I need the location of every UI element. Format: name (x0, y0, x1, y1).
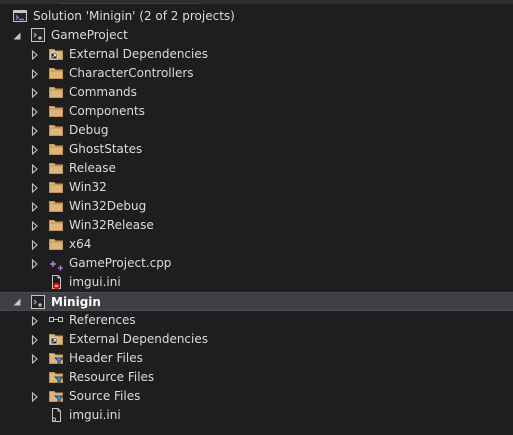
expanded-arrow-icon[interactable] (10, 26, 24, 45)
project-node-gameproject-label: GameProject (51, 28, 128, 42)
external-dependencies-icon (48, 331, 64, 347)
expanded-arrow-icon[interactable] (10, 292, 24, 311)
tree-item-label: References (69, 313, 136, 327)
tree-item[interactable]: External Dependencies (0, 45, 513, 64)
tree-item[interactable]: Win32 (0, 178, 513, 197)
tree-item[interactable]: CharacterControllers (0, 64, 513, 83)
folder-icon (48, 122, 64, 138)
tree-item[interactable]: Resource Files (0, 368, 513, 387)
filter-folder-icon (48, 369, 64, 385)
ini-file-icon (48, 407, 64, 423)
tree-item[interactable]: Commands (0, 83, 513, 102)
tree-item-label: Resource Files (69, 370, 155, 384)
collapsed-arrow-icon[interactable] (28, 178, 42, 197)
tree-item[interactable]: imgui.ini (0, 406, 513, 425)
tree-item[interactable]: Release (0, 159, 513, 178)
tree-item[interactable]: x64 (0, 235, 513, 254)
tree-item-label: External Dependencies (69, 332, 209, 346)
tree-item[interactable]: Win32Release (0, 216, 513, 235)
collapsed-arrow-icon[interactable] (28, 197, 42, 216)
folder-icon (48, 65, 64, 81)
external-dependencies-icon (48, 46, 64, 62)
project-node-gameproject[interactable]: GameProject (0, 26, 513, 45)
tree-item-label: Header Files (69, 351, 143, 365)
collapsed-arrow-icon[interactable] (28, 311, 42, 330)
tree-item[interactable]: Header Files (0, 349, 513, 368)
collapsed-arrow-icon[interactable] (28, 64, 42, 83)
collapsed-arrow-icon[interactable] (28, 140, 42, 159)
tree-item[interactable]: GhostStates (0, 140, 513, 159)
tree-item[interactable]: External Dependencies (0, 330, 513, 349)
solution-explorer-tree[interactable]: Solution 'Minigin' (2 of 2 projects) Game… (0, 7, 513, 425)
tree-item-label: imgui.ini (69, 408, 121, 422)
project-icon (30, 27, 46, 43)
tree-item-label: Source Files (69, 389, 141, 403)
tree-item-label: Win32Release (69, 218, 154, 232)
ini-file-excluded-icon (48, 274, 64, 290)
tree-item-label: GameProject.cpp (69, 256, 172, 270)
tree-item-label: GhostStates (69, 142, 143, 156)
collapsed-arrow-icon[interactable] (28, 102, 42, 121)
solution-node[interactable]: Solution 'Minigin' (2 of 2 projects) (0, 7, 513, 26)
tree-item-label: Debug (69, 123, 109, 137)
collapsed-arrow-icon[interactable] (28, 83, 42, 102)
tree-item-label: Win32Debug (69, 199, 147, 213)
tree-item-label: Win32 (69, 180, 107, 194)
folder-icon (48, 103, 64, 119)
cpp-file-icon (48, 255, 64, 271)
tree-item-label: Release (69, 161, 116, 175)
folder-icon (48, 236, 64, 252)
references-icon (48, 312, 64, 328)
collapsed-arrow-icon[interactable] (28, 216, 42, 235)
tree-item[interactable]: References (0, 311, 513, 330)
tree-item[interactable]: GameProject.cpp (0, 254, 513, 273)
folder-icon (48, 198, 64, 214)
collapsed-arrow-icon[interactable] (28, 159, 42, 178)
tree-item-label: imgui.ini (69, 275, 121, 289)
collapsed-arrow-icon[interactable] (28, 254, 42, 273)
collapsed-arrow-icon[interactable] (28, 45, 42, 64)
tree-item-label: External Dependencies (69, 47, 209, 61)
tree-item[interactable]: Win32Debug (0, 197, 513, 216)
tree-item-label: x64 (69, 237, 92, 251)
tree-item[interactable]: Components (0, 102, 513, 121)
solution-node-label: Solution 'Minigin' (2 of 2 projects) (33, 9, 235, 23)
tree-item[interactable]: imgui.ini (0, 273, 513, 292)
folder-icon (48, 217, 64, 233)
tree-item-label: CharacterControllers (69, 66, 194, 80)
folder-icon (48, 160, 64, 176)
collapsed-arrow-icon[interactable] (28, 330, 42, 349)
toolbar-edge (60, 0, 200, 4)
filter-folder-icon (48, 350, 64, 366)
project-node-minigin-label: Minigin (51, 295, 101, 309)
filter-folder-icon (48, 388, 64, 404)
collapsed-arrow-icon[interactable] (28, 235, 42, 254)
project-icon (30, 294, 46, 310)
folder-icon (48, 179, 64, 195)
tree-item-label: Commands (69, 85, 137, 99)
top-toolbar-strip (0, 0, 513, 4)
folder-icon (48, 141, 64, 157)
solution-icon (12, 8, 28, 24)
collapsed-arrow-icon[interactable] (28, 349, 42, 368)
collapsed-arrow-icon[interactable] (28, 387, 42, 406)
collapsed-arrow-icon[interactable] (28, 121, 42, 140)
tree-item-label: Components (69, 104, 145, 118)
tree-item[interactable]: Source Files (0, 387, 513, 406)
tree-item[interactable]: Debug (0, 121, 513, 140)
project-node-minigin[interactable]: Minigin (0, 292, 513, 311)
folder-icon (48, 84, 64, 100)
